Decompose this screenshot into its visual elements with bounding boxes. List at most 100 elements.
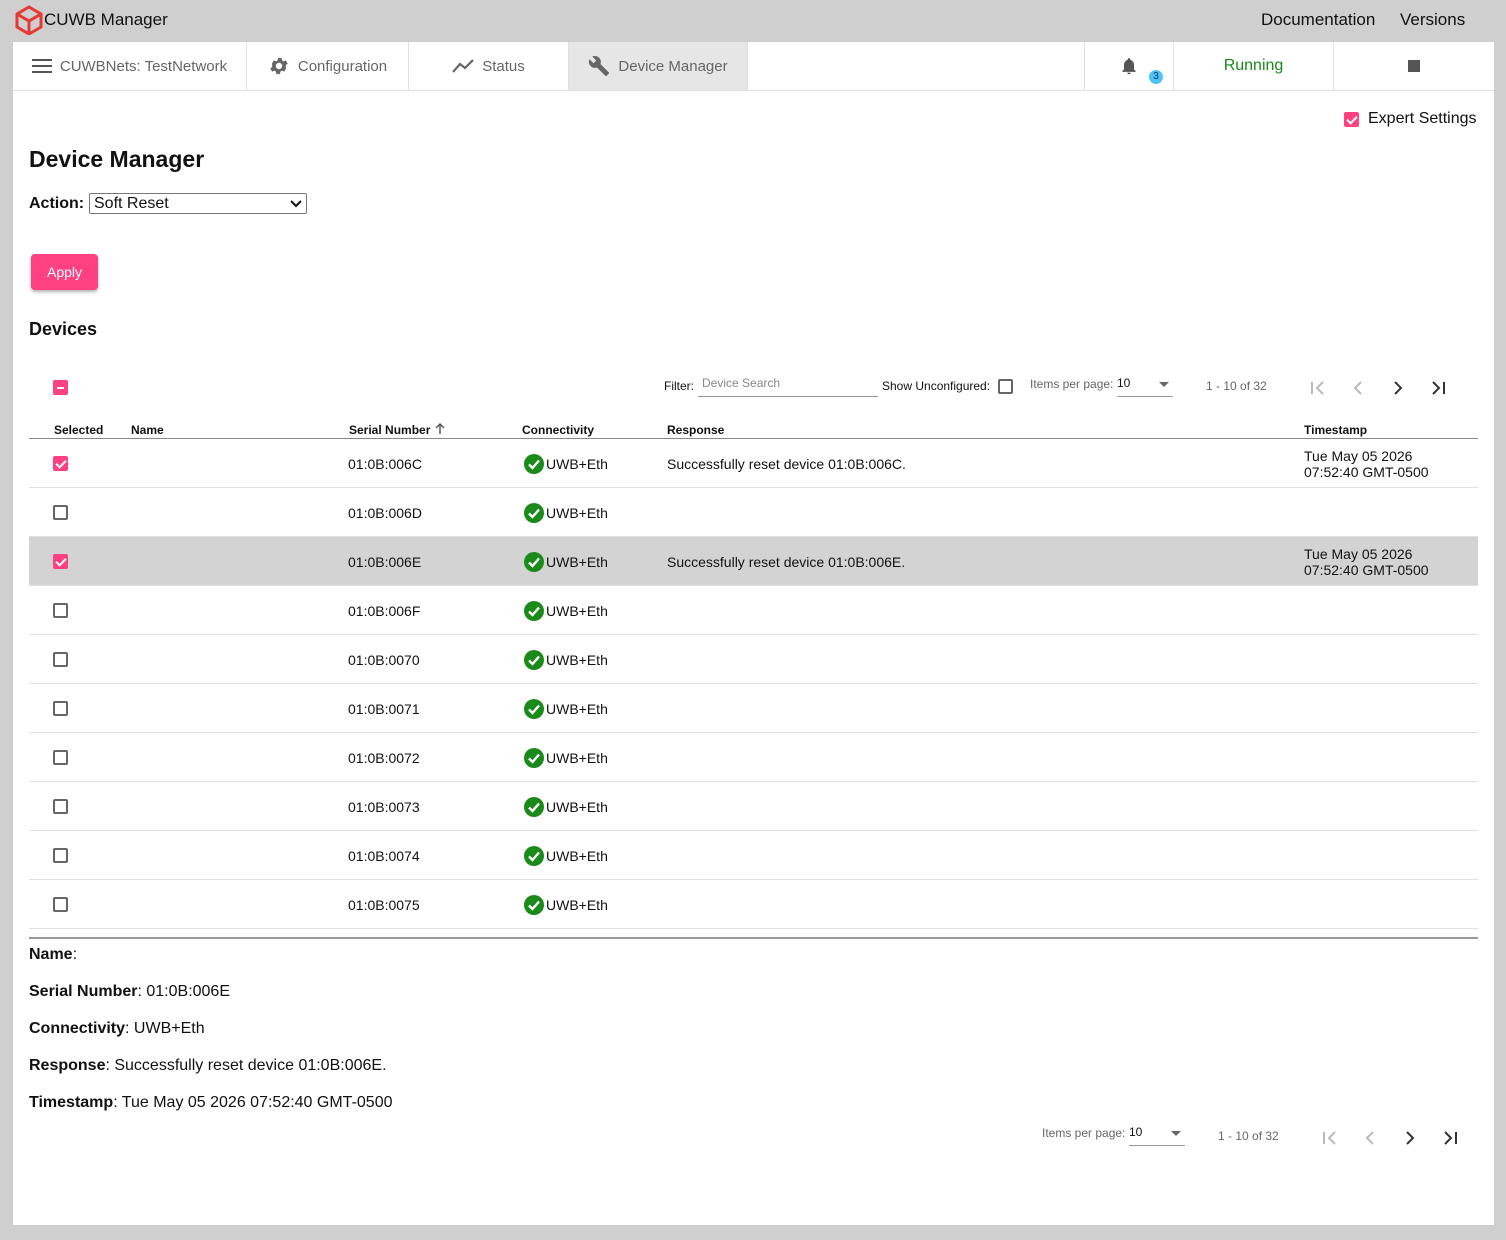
table-row[interactable]: 01:0B:006F UWB+Eth: [29, 586, 1478, 635]
last-page-icon[interactable]: [1426, 376, 1450, 400]
response-text: Successfully reset device 01:0B:006E.: [667, 554, 906, 570]
tab-device-manager-label: Device Manager: [618, 57, 728, 75]
device-search-input[interactable]: Device Search: [698, 374, 878, 397]
row-select-checkbox[interactable]: [53, 897, 68, 912]
check-circle-icon: [524, 699, 544, 719]
connectivity-cell: UWB+Eth: [524, 797, 608, 817]
check-circle-icon: [524, 650, 544, 670]
timestamp-time: 07:52:40 GMT-0500: [1304, 562, 1429, 578]
row-select-checkbox[interactable]: [53, 701, 68, 716]
chevron-down-icon: [290, 200, 302, 208]
row-select-checkbox[interactable]: [53, 652, 68, 667]
notifications-button[interactable]: [1084, 42, 1174, 90]
col-name[interactable]: Name: [131, 423, 164, 437]
connectivity-label: UWB+Eth: [546, 750, 608, 766]
connectivity-cell: UWB+Eth: [524, 601, 608, 621]
check-circle-icon: [524, 895, 544, 915]
connectivity-cell: UWB+Eth: [524, 503, 608, 523]
caret-down-icon: [1171, 1131, 1181, 1136]
timestamp-time: 07:52:40 GMT-0500: [1304, 464, 1429, 480]
check-circle-icon: [524, 552, 544, 572]
gear-icon: [270, 57, 288, 75]
timestamp-date: Tue May 05 2026: [1304, 448, 1413, 464]
table-row[interactable]: 01:0B:0073 UWB+Eth: [29, 782, 1478, 831]
sort-ascending-icon: [435, 422, 445, 434]
expert-settings-toggle[interactable]: Expert Settings: [1344, 110, 1477, 128]
tab-configuration[interactable]: Configuration: [247, 42, 409, 90]
connectivity-label: UWB+Eth: [546, 652, 608, 668]
check-circle-icon: [524, 601, 544, 621]
table-divider: [29, 937, 1478, 939]
check-circle-icon: [524, 748, 544, 768]
bottom-first-page-icon[interactable]: [1318, 1126, 1342, 1150]
status-running-label: Running: [1223, 57, 1284, 74]
row-select-checkbox[interactable]: [53, 848, 68, 863]
table-row[interactable]: 01:0B:006C UWB+Eth Successfully reset devi…: [29, 439, 1478, 488]
tab-device-manager[interactable]: Device Manager: [569, 42, 748, 90]
connectivity-cell: UWB+Eth: [524, 454, 608, 474]
row-select-checkbox[interactable]: [53, 750, 68, 765]
bottom-items-per-page-value: 10: [1129, 1125, 1143, 1139]
serial-number: 01:0B:006F: [348, 603, 421, 619]
bottom-next-page-icon[interactable]: [1398, 1126, 1422, 1150]
response-text: Successfully reset device 01:0B:006C.: [667, 456, 906, 472]
tab-configuration-label: Configuration: [297, 57, 388, 75]
show-unconfigured-checkbox[interactable]: [998, 379, 1013, 394]
row-select-checkbox[interactable]: [53, 799, 68, 814]
table-row[interactable]: 01:0B:006D UWB+Eth: [29, 488, 1478, 537]
row-select-checkbox[interactable]: [53, 456, 68, 471]
first-page-icon[interactable]: [1306, 376, 1330, 400]
connectivity-cell: UWB+Eth: [524, 650, 608, 670]
menu-icon: [31, 59, 52, 73]
detail-response: Response: Successfully reset device 01:0…: [29, 1057, 387, 1074]
table-row[interactable]: 01:0B:0072 UWB+Eth: [29, 733, 1478, 782]
expert-settings-checkbox[interactable]: [1344, 111, 1359, 127]
apply-button[interactable]: Apply: [31, 254, 98, 290]
next-page-icon[interactable]: [1386, 376, 1410, 400]
table-row[interactable]: 01:0B:0075 UWB+Eth: [29, 880, 1478, 929]
bottom-previous-page-icon[interactable]: [1358, 1126, 1382, 1150]
connectivity-label: UWB+Eth: [546, 848, 608, 864]
tab-status[interactable]: Status: [409, 42, 569, 90]
row-select-checkbox[interactable]: [53, 603, 68, 618]
notification-count-badge: 3: [1149, 70, 1163, 84]
action-select[interactable]: Soft Reset: [89, 193, 307, 214]
col-serial-number[interactable]: Serial Number: [349, 423, 430, 437]
status-running: Running: [1174, 42, 1334, 90]
bottom-items-per-page-select[interactable]: 10: [1129, 1125, 1185, 1146]
detail-connectivity: Connectivity: UWB+Eth: [29, 1020, 205, 1037]
col-timestamp[interactable]: Timestamp: [1304, 423, 1367, 437]
row-select-checkbox[interactable]: [53, 505, 68, 520]
table-row[interactable]: 01:0B:0071 UWB+Eth: [29, 684, 1478, 733]
previous-page-icon[interactable]: [1346, 376, 1370, 400]
documentation-link[interactable]: Documentation: [1261, 10, 1375, 30]
connectivity-label: UWB+Eth: [546, 456, 608, 472]
col-connectivity[interactable]: Connectivity: [522, 423, 594, 437]
network-menu-button[interactable]: CUWBNets: TestNetwork: [13, 42, 247, 90]
connectivity-label: UWB+Eth: [546, 701, 608, 717]
tab-status-label: Status: [482, 57, 525, 75]
serial-number: 01:0B:0071: [348, 701, 420, 717]
action-select-value: Soft Reset: [94, 195, 169, 212]
serial-number: 01:0B:006D: [348, 505, 422, 521]
table-row[interactable]: 01:0B:0070 UWB+Eth: [29, 635, 1478, 684]
row-select-checkbox[interactable]: [53, 554, 68, 569]
table-row[interactable]: 01:0B:0074 UWB+Eth: [29, 831, 1478, 880]
timestamp-cell: Tue May 05 2026 07:52:40 GMT-0500: [1304, 546, 1429, 578]
stop-button[interactable]: [1334, 42, 1494, 90]
check-circle-icon: [524, 503, 544, 523]
page-title: Device Manager: [29, 146, 205, 172]
bottom-last-page-icon[interactable]: [1438, 1126, 1462, 1150]
col-selected[interactable]: Selected: [54, 423, 103, 437]
versions-link[interactable]: Versions: [1400, 10, 1465, 30]
col-response[interactable]: Response: [667, 423, 724, 437]
serial-number: 01:0B:0075: [348, 897, 420, 913]
serial-number: 01:0B:006C: [348, 456, 422, 472]
items-per-page-select[interactable]: 10: [1117, 376, 1173, 397]
main-page: CUWBNets: TestNetwork Configuration Stat…: [13, 42, 1494, 1225]
detail-name: Name:: [29, 946, 78, 963]
connectivity-label: UWB+Eth: [546, 603, 608, 619]
select-all-checkbox[interactable]: [53, 380, 68, 395]
table-row[interactable]: 01:0B:006E UWB+Eth Successfully reset devi…: [29, 537, 1478, 586]
timestamp-date: Tue May 05 2026: [1304, 546, 1413, 562]
